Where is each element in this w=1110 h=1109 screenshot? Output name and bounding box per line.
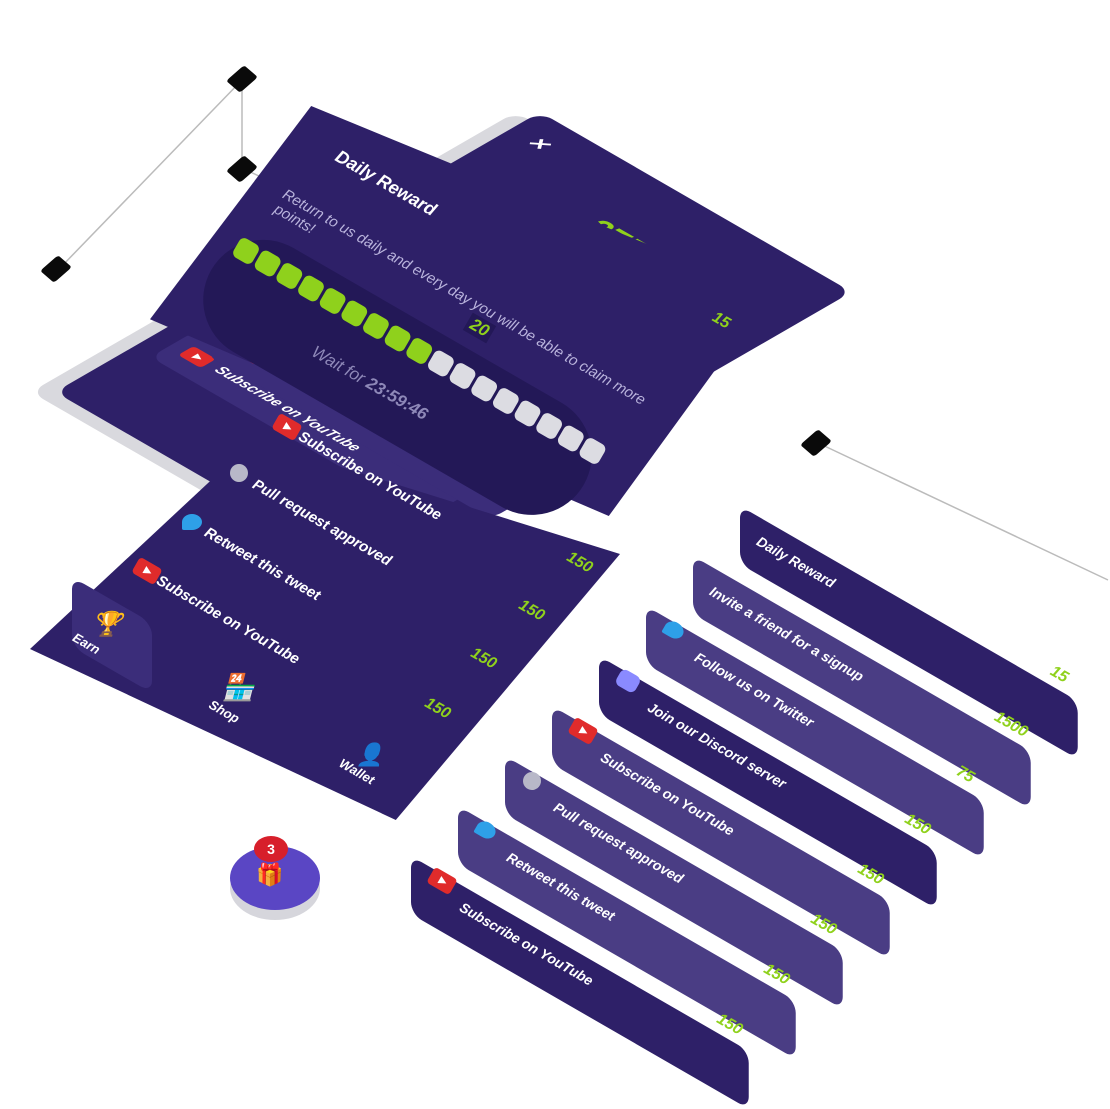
twitter-icon — [182, 514, 202, 530]
github-icon — [230, 464, 248, 482]
trophy-icon: 🏆 — [92, 611, 122, 638]
gift-icon: 🎁 — [256, 862, 284, 887]
shop-icon: 🏪 — [222, 672, 255, 702]
notification-badge: 3 — [254, 836, 288, 862]
